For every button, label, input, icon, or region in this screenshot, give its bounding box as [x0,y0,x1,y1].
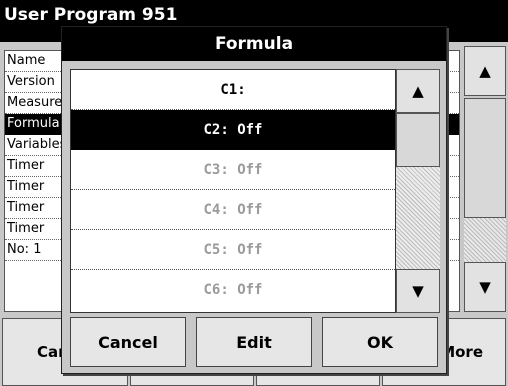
formula-scroll-down-button[interactable]: ▼ [396,269,440,313]
background-scroll-thumb[interactable] [464,98,506,218]
formula-row-c3[interactable]: C3: Off [71,150,395,190]
background-scroll-track[interactable] [464,218,506,262]
dialog-title-bar: Formula [62,27,446,61]
ok-label: OK [367,332,393,352]
formula-row-c6[interactable]: C6: Off [71,270,395,310]
formula-scroll-track[interactable] [396,167,440,269]
background-scroll-down-button[interactable]: ▼ [464,262,506,312]
formula-row-c5[interactable]: C5: Off [71,230,395,270]
edit-label: Edit [236,332,272,352]
background-scrollbar[interactable]: ▲ ▼ [464,46,506,314]
triangle-down-icon: ▼ [412,282,424,300]
formula-scroll-up-button[interactable]: ▲ [396,69,440,113]
formula-list: C1: C2: Off C3: Off C4: Off C5: Off C6: … [70,69,396,313]
formula-scrollbar[interactable]: ▲ ▼ [396,69,440,313]
triangle-down-icon: ▼ [479,278,491,296]
edit-button[interactable]: Edit [196,317,312,367]
dialog-title: Formula [214,34,294,54]
formula-scroll-thumb[interactable] [396,113,440,167]
cancel-button[interactable]: Cancel [70,317,186,367]
background-title: User Program 951 [4,5,178,25]
cancel-label: Cancel [98,332,158,352]
background-scroll-up-button[interactable]: ▲ [464,46,506,96]
triangle-up-icon: ▲ [479,62,491,80]
formula-row-c2-selected[interactable]: C2: Off [71,110,395,150]
formula-row-c1[interactable]: C1: [71,70,395,110]
triangle-up-icon: ▲ [412,82,424,100]
formula-row-c4[interactable]: C4: Off [71,190,395,230]
formula-dialog: Formula C1: C2: Off C3: Off C4: Off C5: … [61,26,447,374]
ok-button[interactable]: OK [322,317,438,367]
